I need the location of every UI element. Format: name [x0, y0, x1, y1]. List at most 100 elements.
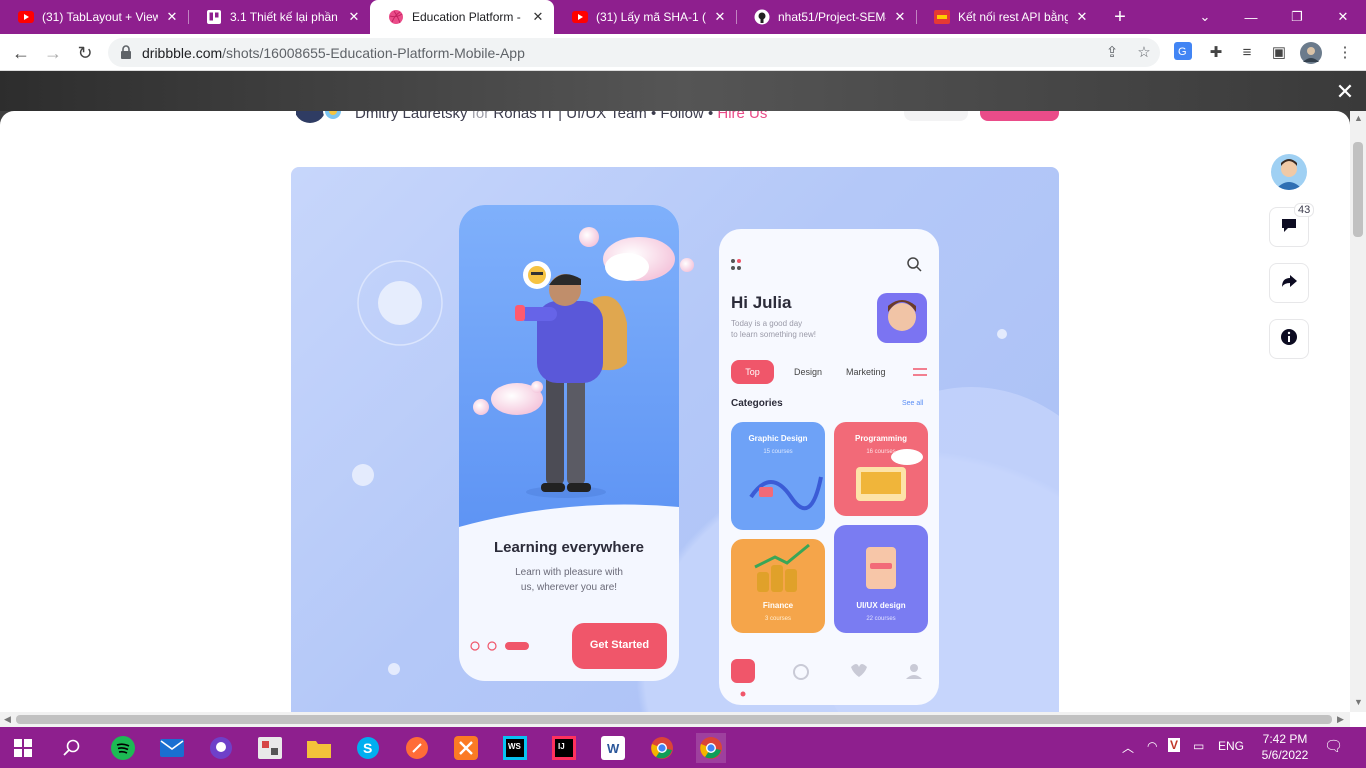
back-icon[interactable]: ← — [8, 40, 34, 66]
save-button[interactable] — [904, 111, 968, 121]
close-tab-icon[interactable]: ✕ — [892, 9, 908, 25]
vertical-scrollbar[interactable]: ▲ ▼ — [1350, 111, 1366, 712]
mockup-card-title: Finance — [762, 601, 794, 610]
tab-github[interactable]: nhat51/Project-SEM4 ✕ — [736, 0, 916, 34]
postman-icon[interactable] — [402, 733, 432, 763]
system-clock[interactable]: 7:42 PM 5/6/2022 — [1250, 731, 1320, 763]
bullet: • — [707, 111, 714, 122]
comment-icon — [1280, 216, 1298, 239]
shot-image: Learning everywhere Learn with pleasure … — [291, 167, 1059, 712]
word-icon[interactable]: W — [598, 733, 628, 763]
file-explorer-icon[interactable] — [304, 733, 334, 763]
url-text: dribbble.com/shots/16008655-Education-Pl… — [142, 45, 525, 61]
author-avatar[interactable] — [294, 111, 348, 129]
tab-retrofit[interactable]: Kết nối rest API bằng Retrofit ✕ — [916, 0, 1098, 34]
spotify-icon[interactable] — [108, 733, 138, 763]
mockup-card-title: UI/UX design — [856, 601, 906, 610]
windows-start-icon[interactable] — [8, 733, 38, 763]
tray-chevron-icon[interactable]: ︿ — [1122, 739, 1134, 756]
like-button[interactable] — [980, 111, 1059, 121]
hire-link[interactable]: Hire Us — [717, 111, 767, 122]
mockup-card-title: Programming — [854, 434, 907, 443]
mockup-subtitle-2: us, wherever you are! — [520, 582, 618, 593]
team-name[interactable]: Rohas IT | UI/UX Team — [493, 111, 646, 122]
mockup-card-count: 15 courses — [763, 449, 793, 455]
mockup-get-started: Get Started — [589, 639, 650, 651]
close-tab-icon[interactable]: ✕ — [346, 9, 362, 25]
svg-text:W: W — [607, 741, 620, 756]
tab-dribbble[interactable]: Education Platform - Mobile App ✕ — [370, 0, 554, 34]
close-tab-icon[interactable]: ✕ — [712, 9, 728, 25]
tab-title: nhat51/Project-SEM4 — [778, 10, 886, 24]
wifi-icon[interactable]: ◠ — [1147, 739, 1157, 753]
media-control-icon[interactable]: ≡ — [1236, 42, 1258, 64]
bullet: • — [650, 111, 657, 122]
clock-date: 5/6/2022 — [1261, 748, 1309, 762]
close-tab-icon[interactable]: ✕ — [164, 9, 180, 25]
search-icon[interactable] — [57, 733, 87, 763]
extensions-puzzle-icon[interactable]: ✚ — [1205, 42, 1227, 64]
share-button[interactable] — [1269, 263, 1309, 303]
browser-menu-icon[interactable]: ⋮ — [1334, 42, 1356, 64]
tab-search-icon[interactable]: ⌄ — [1182, 0, 1228, 34]
vietkey-icon[interactable]: V — [1168, 738, 1181, 752]
mockup-chip-top: Top — [745, 367, 760, 377]
mockup-card-title: Graphic Design — [748, 434, 808, 443]
google-translate-icon[interactable]: G — [1172, 42, 1194, 64]
chrome-icon[interactable] — [647, 733, 677, 763]
author-name[interactable]: Dmitry Lauretsky — [355, 111, 468, 122]
github-desktop-icon[interactable] — [206, 733, 236, 763]
skype-icon[interactable]: S — [353, 733, 383, 763]
scroll-down-icon[interactable]: ▼ — [1354, 697, 1363, 707]
profile-avatar[interactable] — [1300, 42, 1322, 64]
restore-button[interactable]: ❐ — [1274, 0, 1320, 34]
xampp-icon[interactable] — [451, 733, 481, 763]
webstorm-icon[interactable]: WS — [500, 733, 530, 763]
url-path: /shots/16008655-Education-Platform-Mobil… — [222, 45, 525, 61]
new-tab-button[interactable]: + — [1108, 5, 1132, 29]
close-modal-icon[interactable]: ✕ — [1334, 81, 1356, 103]
vertical-scroll-thumb[interactable] — [1353, 142, 1363, 237]
mockup-see-all: See all — [902, 400, 924, 407]
chrome-active-icon[interactable] — [696, 733, 726, 763]
address-bar[interactable]: dribbble.com/shots/16008655-Education-Pl… — [108, 38, 1160, 67]
intellij-icon[interactable]: IJ — [549, 733, 579, 763]
horizontal-scrollbar[interactable]: ◀ ▶ — [0, 712, 1350, 727]
snip-tool-icon[interactable] — [255, 733, 285, 763]
notification-icon[interactable]: 🗨 — [1324, 737, 1343, 755]
svg-text:G: G — [1178, 46, 1187, 58]
side-panel-icon[interactable]: ▣ — [1268, 42, 1290, 64]
details-button[interactable] — [1269, 319, 1309, 359]
tab-trello[interactable]: 3.1 Thiết kế lại phần footer ✕ — [188, 0, 370, 34]
bookmark-star-icon[interactable]: ☆ — [1134, 43, 1154, 63]
lock-icon — [120, 45, 132, 59]
scroll-left-icon[interactable]: ◀ — [4, 714, 11, 725]
shot-illustration — [352, 205, 1059, 712]
follow-link[interactable]: Follow — [660, 111, 703, 122]
scroll-up-icon[interactable]: ▲ — [1354, 113, 1363, 123]
tab-tablayout[interactable]: (31) TabLayout + ViewPager2 ✕ — [0, 0, 188, 34]
tab-title: (31) TabLayout + ViewPager2 — [42, 10, 158, 24]
clock-time: 7:42 PM — [1262, 732, 1308, 746]
tab-sha1[interactable]: (31) Lấy mã SHA-1 (Debug) ✕ — [554, 0, 736, 34]
horizontal-scroll-thumb[interactable] — [16, 715, 1332, 724]
github-icon — [754, 9, 770, 25]
language-indicator[interactable]: ENG — [1218, 739, 1244, 753]
forward-icon[interactable]: → — [40, 40, 66, 66]
minimize-button[interactable]: — — [1228, 0, 1274, 34]
trello-icon — [206, 9, 222, 25]
close-tab-icon[interactable]: ✕ — [1074, 9, 1090, 25]
vta-icon — [934, 9, 950, 25]
close-window-button[interactable]: ✕ — [1320, 0, 1366, 34]
designer-avatar[interactable] — [1271, 154, 1307, 190]
shot-byline: Dmitry Lauretsky for Rohas IT | UI/UX Te… — [355, 111, 767, 122]
browser-toolbar: ← → ↻ dribbble.com/shots/16008655-Educat… — [0, 34, 1366, 71]
share-icon[interactable]: ⇪ — [1102, 43, 1122, 63]
close-tab-icon[interactable]: ✕ — [530, 9, 546, 25]
dimmed-background — [0, 71, 1366, 111]
battery-icon[interactable]: ▭ — [1193, 739, 1204, 753]
reload-icon[interactable]: ↻ — [72, 40, 98, 66]
mockup-title: Learning everywhere — [493, 539, 645, 556]
mail-icon[interactable] — [157, 733, 187, 763]
scroll-right-icon[interactable]: ▶ — [1337, 714, 1344, 725]
